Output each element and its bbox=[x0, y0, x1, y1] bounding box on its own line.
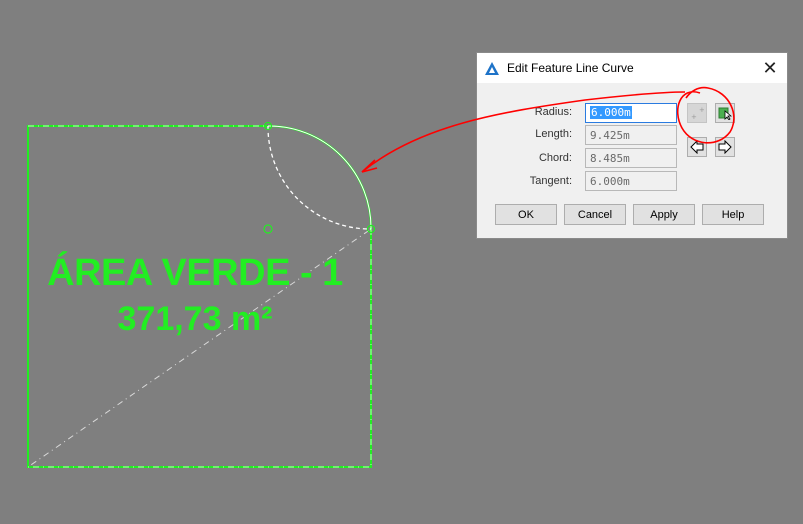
radius-input[interactable]: 6.000m bbox=[585, 103, 677, 123]
length-field[interactable] bbox=[585, 125, 677, 145]
length-label: Length: bbox=[535, 128, 572, 140]
radius-label: Radius: bbox=[534, 106, 572, 118]
previous-curve-button[interactable] bbox=[687, 137, 707, 157]
edit-feature-line-curve-dialog[interactable]: Edit Feature Line Curve ✕ Radius: 6.000m… bbox=[476, 52, 788, 239]
area-name-label: ÁREA VERDE - 1 bbox=[47, 252, 343, 294]
pick-from-drawing-icon bbox=[718, 107, 732, 120]
dialog-titlebar[interactable]: Edit Feature Line Curve ✕ bbox=[477, 53, 787, 83]
parcel-dash-overlay bbox=[26, 125, 372, 468]
ok-button[interactable]: OK bbox=[495, 204, 557, 225]
pick-point-button[interactable]: + + bbox=[687, 103, 707, 123]
close-button[interactable]: ✕ bbox=[759, 57, 781, 79]
pick-point-icon: + + bbox=[691, 106, 704, 120]
tangent-label: Tangent: bbox=[529, 175, 572, 187]
area-value-label: 371,73 m² bbox=[117, 300, 273, 338]
dialog-title: Edit Feature Line Curve bbox=[507, 61, 634, 75]
tangent-field[interactable] bbox=[585, 171, 677, 191]
pick-from-drawing-button[interactable] bbox=[715, 103, 735, 123]
parcel-boundary bbox=[27, 124, 373, 468]
chord-label: Chord: bbox=[538, 152, 572, 164]
arrow-right-icon bbox=[718, 140, 732, 154]
radius-value: 6.000m bbox=[590, 106, 632, 119]
next-curve-button[interactable] bbox=[715, 137, 735, 157]
curve-solid bbox=[267, 125, 372, 230]
grip-center bbox=[263, 224, 273, 234]
curve-preview-dashed bbox=[267, 125, 372, 230]
help-button[interactable]: Help bbox=[702, 204, 764, 225]
chord-field[interactable] bbox=[585, 148, 677, 168]
cancel-button[interactable]: Cancel bbox=[564, 204, 626, 225]
apply-button[interactable]: Apply bbox=[633, 204, 695, 225]
svg-text:+: + bbox=[691, 113, 697, 120]
autocad-app-icon bbox=[484, 61, 500, 77]
arrow-left-icon bbox=[690, 140, 704, 154]
svg-text:+: + bbox=[699, 106, 704, 114]
